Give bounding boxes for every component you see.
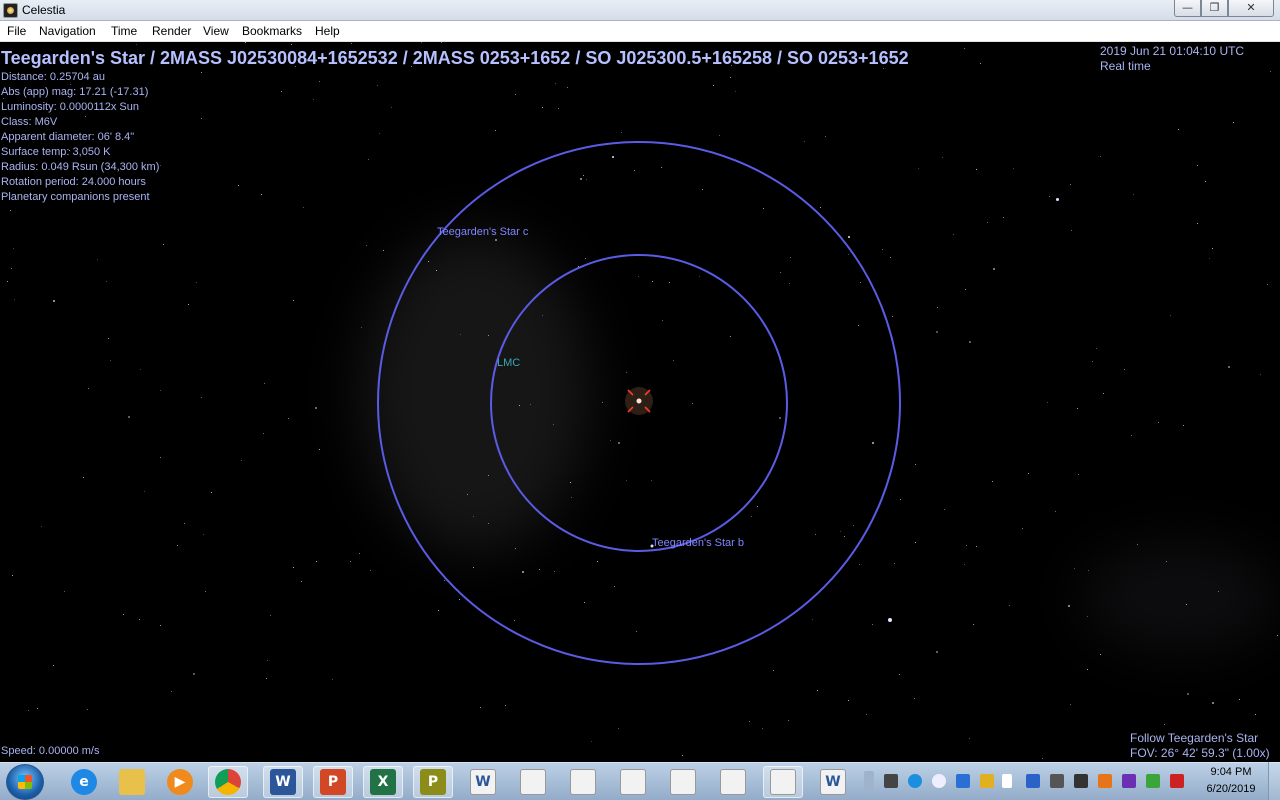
flag-icon[interactable] bbox=[1002, 774, 1012, 788]
info-class: Class: M6V bbox=[1, 116, 58, 128]
clock-date[interactable]: 6/20/2019 bbox=[1198, 783, 1264, 795]
maximize-button[interactable]: ❐ bbox=[1201, 0, 1228, 17]
internet-explorer-icon[interactable]: e bbox=[64, 766, 104, 798]
window-title: Celestia bbox=[22, 3, 66, 17]
publisher-icon[interactable]: P bbox=[413, 766, 453, 798]
tray-expand-icon[interactable] bbox=[864, 771, 874, 791]
window-titlebar: Celestia — ❐ ✕ bbox=[0, 0, 1280, 21]
celestia-app-icon bbox=[3, 3, 18, 18]
media-player-icon[interactable]: ▶ bbox=[160, 766, 200, 798]
info-distance: Distance: 0.25704 au bbox=[1, 71, 105, 83]
menu-bar: File Navigation Time Render View Bookmar… bbox=[0, 21, 1280, 42]
powerpoint-icon[interactable]: P bbox=[313, 766, 353, 798]
object-info: Distance: 0.25704 au Abs (app) mag: 17.2… bbox=[1, 70, 159, 205]
start-button[interactable] bbox=[6, 764, 44, 800]
word-doc-icon[interactable]: W bbox=[463, 766, 503, 798]
menu-render[interactable]: Render bbox=[152, 24, 191, 38]
menu-view[interactable]: View bbox=[203, 24, 229, 38]
edit-icon[interactable] bbox=[713, 766, 753, 798]
datetime-text: 2019 Jun 21 01:04:10 UTC bbox=[1100, 44, 1245, 58]
menu-file[interactable]: File bbox=[7, 24, 26, 38]
label-lmc[interactable]: LMC bbox=[497, 357, 520, 369]
time-mode: Real time bbox=[1100, 59, 1151, 73]
network-device-icon[interactable] bbox=[1026, 774, 1040, 788]
clock-time[interactable]: 9:04 PM bbox=[1198, 766, 1264, 778]
signal-icon[interactable] bbox=[1074, 774, 1088, 788]
tools-icon[interactable] bbox=[563, 766, 603, 798]
info-apparent-diameter: Apparent diameter: 06' 8.4" bbox=[1, 131, 135, 143]
label-planet-c[interactable]: Teegarden's Star c bbox=[437, 226, 528, 238]
volume-icon[interactable] bbox=[1050, 774, 1064, 788]
onedrive-icon[interactable] bbox=[932, 774, 946, 788]
menu-help[interactable]: Help bbox=[315, 24, 340, 38]
info-magnitude: Abs (app) mag: 17.21 (-17.31) bbox=[1, 86, 149, 98]
time-display: 2019 Jun 21 01:04:10 UTC Real time bbox=[1100, 44, 1244, 74]
speed-display: Speed: 0.00000 m/s bbox=[1, 745, 100, 757]
dropbox-icon[interactable] bbox=[956, 774, 970, 788]
tray-app-4-icon[interactable] bbox=[1170, 774, 1184, 788]
tray-sync-icon[interactable] bbox=[908, 774, 922, 788]
chrome-icon[interactable] bbox=[208, 766, 248, 798]
file-explorer-icon[interactable] bbox=[112, 766, 152, 798]
menu-time[interactable]: Time bbox=[111, 24, 137, 38]
camera-status: Follow Teegarden's Star FOV: 26° 42' 59.… bbox=[1130, 731, 1270, 761]
shield-icon[interactable] bbox=[980, 774, 994, 788]
notes-icon[interactable] bbox=[663, 766, 703, 798]
orbit-diagram bbox=[377, 141, 901, 665]
follow-status: Follow Teegarden's Star bbox=[1130, 731, 1259, 745]
document-icon[interactable] bbox=[513, 766, 553, 798]
word-doc-2-icon[interactable]: W bbox=[813, 766, 853, 798]
fov-status: FOV: 26° 42' 59.3" (1.00x) bbox=[1130, 746, 1270, 760]
tray-app-2-icon[interactable] bbox=[1098, 774, 1112, 788]
teegardens-star bbox=[636, 398, 642, 404]
info-companions: Planetary companions present bbox=[1, 191, 150, 203]
info-surface-temp: Surface temp: 3,050 K bbox=[1, 146, 111, 158]
info-radius: Radius: 0.049 Rsun (34,300 km) bbox=[1, 161, 160, 173]
object-title: Teegarden's Star / 2MASS J02530084+16525… bbox=[1, 48, 909, 68]
close-button[interactable]: ✕ bbox=[1228, 0, 1274, 17]
info-rotation-period: Rotation period: 24.000 hours bbox=[1, 176, 146, 188]
minimize-button[interactable]: — bbox=[1174, 0, 1201, 17]
show-desktop-button[interactable] bbox=[1268, 762, 1280, 800]
celestia-icon[interactable] bbox=[763, 766, 803, 798]
mail-icon[interactable] bbox=[613, 766, 653, 798]
taskbar: e ▶ W P X P W W bbox=[0, 762, 1280, 800]
word-icon[interactable]: W bbox=[263, 766, 303, 798]
menu-bookmarks[interactable]: Bookmarks bbox=[242, 24, 302, 38]
tray-app-icon[interactable] bbox=[884, 774, 898, 788]
info-luminosity: Luminosity: 0.0000112x Sun bbox=[1, 101, 139, 113]
excel-icon[interactable]: X bbox=[363, 766, 403, 798]
label-planet-b[interactable]: Teegarden's Star b bbox=[652, 537, 744, 549]
bluetooth-icon[interactable] bbox=[1122, 774, 1136, 788]
menu-navigation[interactable]: Navigation bbox=[39, 24, 96, 38]
space-viewport[interactable]: Teegarden's Star c Teegarden's Star b LM… bbox=[0, 42, 1280, 762]
tray-app-3-icon[interactable] bbox=[1146, 774, 1160, 788]
